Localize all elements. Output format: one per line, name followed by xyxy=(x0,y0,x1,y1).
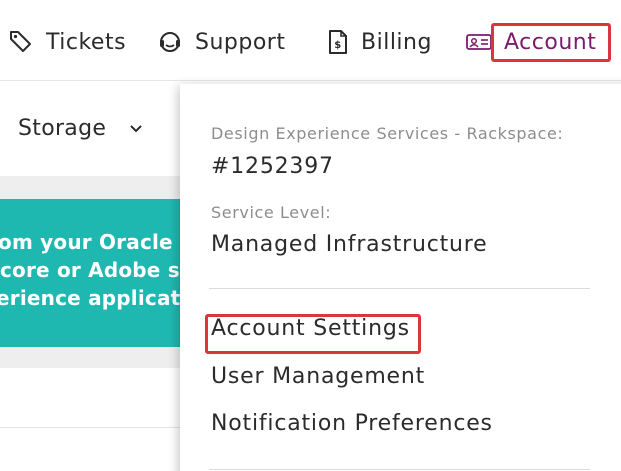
promo-banner-text: om your Oracle CX core or Adobe solu eri… xyxy=(0,228,200,312)
service-level-label: Service Level: xyxy=(211,203,332,222)
nav-storage-label: Storage xyxy=(18,116,107,141)
invoice-icon: $ xyxy=(327,29,349,55)
chevron-down-icon xyxy=(128,123,144,135)
page: Tickets Support $ Billing Account Storag… xyxy=(0,0,621,471)
nav-tickets[interactable]: Tickets xyxy=(8,22,126,62)
promo-line-2: core or Adobe solu xyxy=(0,258,200,282)
menu-divider xyxy=(209,288,590,289)
tag-icon xyxy=(8,29,34,55)
account-name-label: Design Experience Services - Rackspace: xyxy=(211,124,564,143)
promo-line-1: om your Oracle CX xyxy=(0,230,200,254)
nav-billing-label: Billing xyxy=(361,29,432,55)
top-navigation: Tickets Support $ Billing Account xyxy=(0,0,621,81)
nav-support-label: Support xyxy=(195,29,286,55)
promo-line-3: erience applicatio xyxy=(0,286,200,310)
user-management-link[interactable]: User Management xyxy=(211,364,425,389)
nav-billing[interactable]: $ Billing xyxy=(327,22,432,62)
account-settings-highlight-box xyxy=(205,314,421,354)
account-number: #1252397 xyxy=(211,154,334,179)
nav-tickets-label: Tickets xyxy=(46,29,127,55)
account-dropdown-menu: Design Experience Services - Rackspace: … xyxy=(180,84,621,471)
nav-support[interactable]: Support xyxy=(157,22,285,62)
notification-preferences-link[interactable]: Notification Preferences xyxy=(211,411,493,436)
content-divider xyxy=(0,427,200,428)
promo-banner[interactable]: om your Oracle CX core or Adobe solu eri… xyxy=(0,199,200,347)
account-highlight-box xyxy=(491,23,611,62)
menu-divider-bottom xyxy=(209,469,590,470)
headset-icon xyxy=(157,29,183,55)
nav-storage-dropdown[interactable]: Storage xyxy=(18,116,144,141)
svg-text:$: $ xyxy=(334,40,341,51)
service-level-value: Managed Infrastructure xyxy=(211,232,488,257)
id-card-icon xyxy=(466,32,492,52)
